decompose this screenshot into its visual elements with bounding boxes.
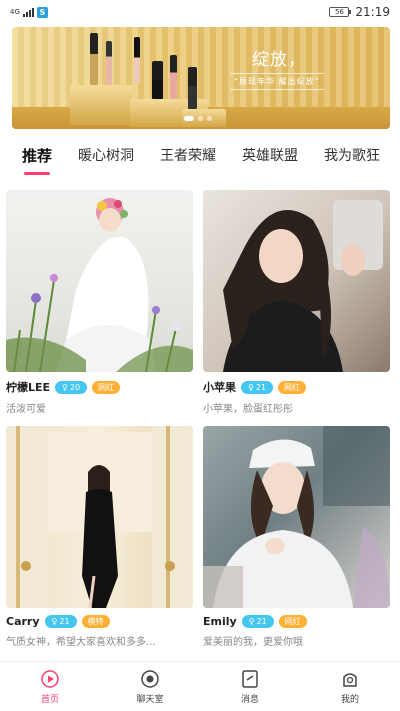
status-bar: 4G S 56 21:19 — [0, 0, 400, 24]
user-card[interactable]: 小苹果 ♀ 21 网红 小苹果，脸蛋红彤彤 — [203, 190, 390, 415]
status-right: 56 21:19 — [329, 5, 390, 19]
user-nickname: Carry — [6, 615, 40, 628]
home-play-icon — [41, 669, 59, 688]
chat-room-icon — [141, 669, 159, 688]
tab-i-sing-crazy[interactable]: 我为歌狂 — [324, 145, 380, 165]
nav-label: 首页 — [40, 694, 59, 705]
user-nickname: Emily — [203, 615, 237, 628]
lipgloss-product-icon — [170, 55, 177, 99]
age-badge: ♀ 21 — [241, 380, 274, 394]
female-icon: ♀ — [51, 617, 58, 626]
female-icon: ♀ — [248, 382, 254, 392]
message-icon — [242, 669, 258, 688]
mascara-product-icon — [134, 37, 140, 83]
tab-warm-tree-hole[interactable]: 暖心树洞 — [78, 145, 134, 165]
nav-home[interactable]: 首页 — [0, 662, 100, 711]
tag-badge: 网红 — [278, 615, 307, 628]
banner-title: 绽放， — [252, 50, 306, 70]
user-photo[interactable] — [6, 426, 193, 608]
user-info-row: 柠檬LEE ♀ 20 网红 — [6, 379, 193, 395]
network-indicator: 4G — [10, 7, 20, 16]
user-info-row: Emily ♀ 21 网红 — [203, 615, 390, 628]
user-bio: 爱美丽的我，更爱你哦 — [203, 637, 303, 648]
promo-banner[interactable]: 绽放， “展现年华 耀出绽放” — [12, 27, 390, 129]
banner-pedestal — [70, 85, 132, 125]
profile-icon — [343, 672, 357, 687]
user-bio: 气质女神，希望大家喜欢和多多... — [6, 637, 156, 648]
lipstick-product-icon — [188, 67, 197, 109]
tag-badge: 模特 — [81, 615, 110, 628]
lipstick-product-icon — [152, 61, 163, 99]
age-badge: ♀ 20 — [55, 380, 88, 394]
nav-label: 聊天室 — [136, 694, 164, 705]
age-value: 21 — [256, 617, 267, 626]
user-photo-illustration — [223, 200, 383, 372]
user-bio: 小苹果，脸蛋红彤彤 — [203, 404, 293, 415]
user-photo[interactable] — [203, 190, 390, 372]
age-value: 20 — [69, 382, 81, 392]
user-info-row: 小苹果 ♀ 21 网红 — [203, 379, 390, 395]
banner-pagination — [184, 116, 212, 121]
lipgloss-product-icon — [106, 41, 112, 85]
nav-label: 消息 — [240, 694, 259, 705]
user-photo[interactable] — [203, 426, 390, 608]
age-badge: ♀ 21 — [241, 615, 274, 628]
nav-profile[interactable]: 我的 — [300, 662, 400, 711]
nav-chat-room[interactable]: 聊天室 — [100, 662, 200, 711]
tag-badge: 网红 — [92, 380, 121, 394]
age-badge: ♀ 21 — [44, 615, 77, 628]
banner-subtitle: “展现年华 耀出绽放” — [230, 73, 324, 90]
age-value: 21 — [255, 382, 267, 392]
female-icon: ♀ — [62, 382, 68, 392]
lipstick-product-icon — [90, 33, 98, 85]
user-card[interactable]: 柠檬LEE ♀ 20 网红 活泼可爱 — [6, 190, 193, 415]
user-nickname: 柠檬LEE — [6, 381, 51, 394]
user-card[interactable]: Carry ♀ 21 模特 气质女神，希望大家喜欢和多多... — [6, 426, 193, 648]
user-nickname: 小苹果 — [203, 381, 236, 394]
banner-dot[interactable] — [184, 116, 194, 121]
nav-label: 我的 — [340, 694, 359, 705]
status-time: 21:19 — [355, 5, 390, 19]
battery-icon: 56 — [329, 7, 352, 17]
user-card[interactable]: Emily ♀ 21 网红 爱美丽的我，更爱你哦 — [203, 426, 390, 648]
tab-recommend[interactable]: 推荐 — [22, 145, 52, 175]
user-photo-illustration — [203, 426, 390, 608]
user-photo-illustration — [6, 426, 193, 608]
category-tabs: 推荐 暖心树洞 王者荣耀 英雄联盟 我为歌狂 — [0, 138, 400, 175]
tab-league-of-legends[interactable]: 英雄联盟 — [242, 145, 298, 165]
female-icon: ♀ — [248, 617, 255, 626]
weibo-icon: S — [36, 6, 48, 18]
bottom-nav: 首页 聊天室 消息 我的 — [0, 661, 400, 711]
nav-messages[interactable]: 消息 — [200, 662, 300, 711]
user-info-row: Carry ♀ 21 模特 — [6, 615, 193, 628]
user-photo-illustration — [6, 198, 193, 372]
banner-dot[interactable] — [207, 116, 212, 121]
banner-dot[interactable] — [198, 116, 203, 121]
age-value: 21 — [59, 617, 70, 626]
user-photo[interactable] — [6, 190, 193, 372]
user-bio: 活泼可爱 — [6, 404, 46, 415]
tab-honor-of-kings[interactable]: 王者荣耀 — [160, 145, 216, 165]
status-left: 4G S — [10, 6, 48, 18]
tag-badge: 网红 — [278, 380, 307, 394]
signal-icon — [22, 7, 34, 17]
